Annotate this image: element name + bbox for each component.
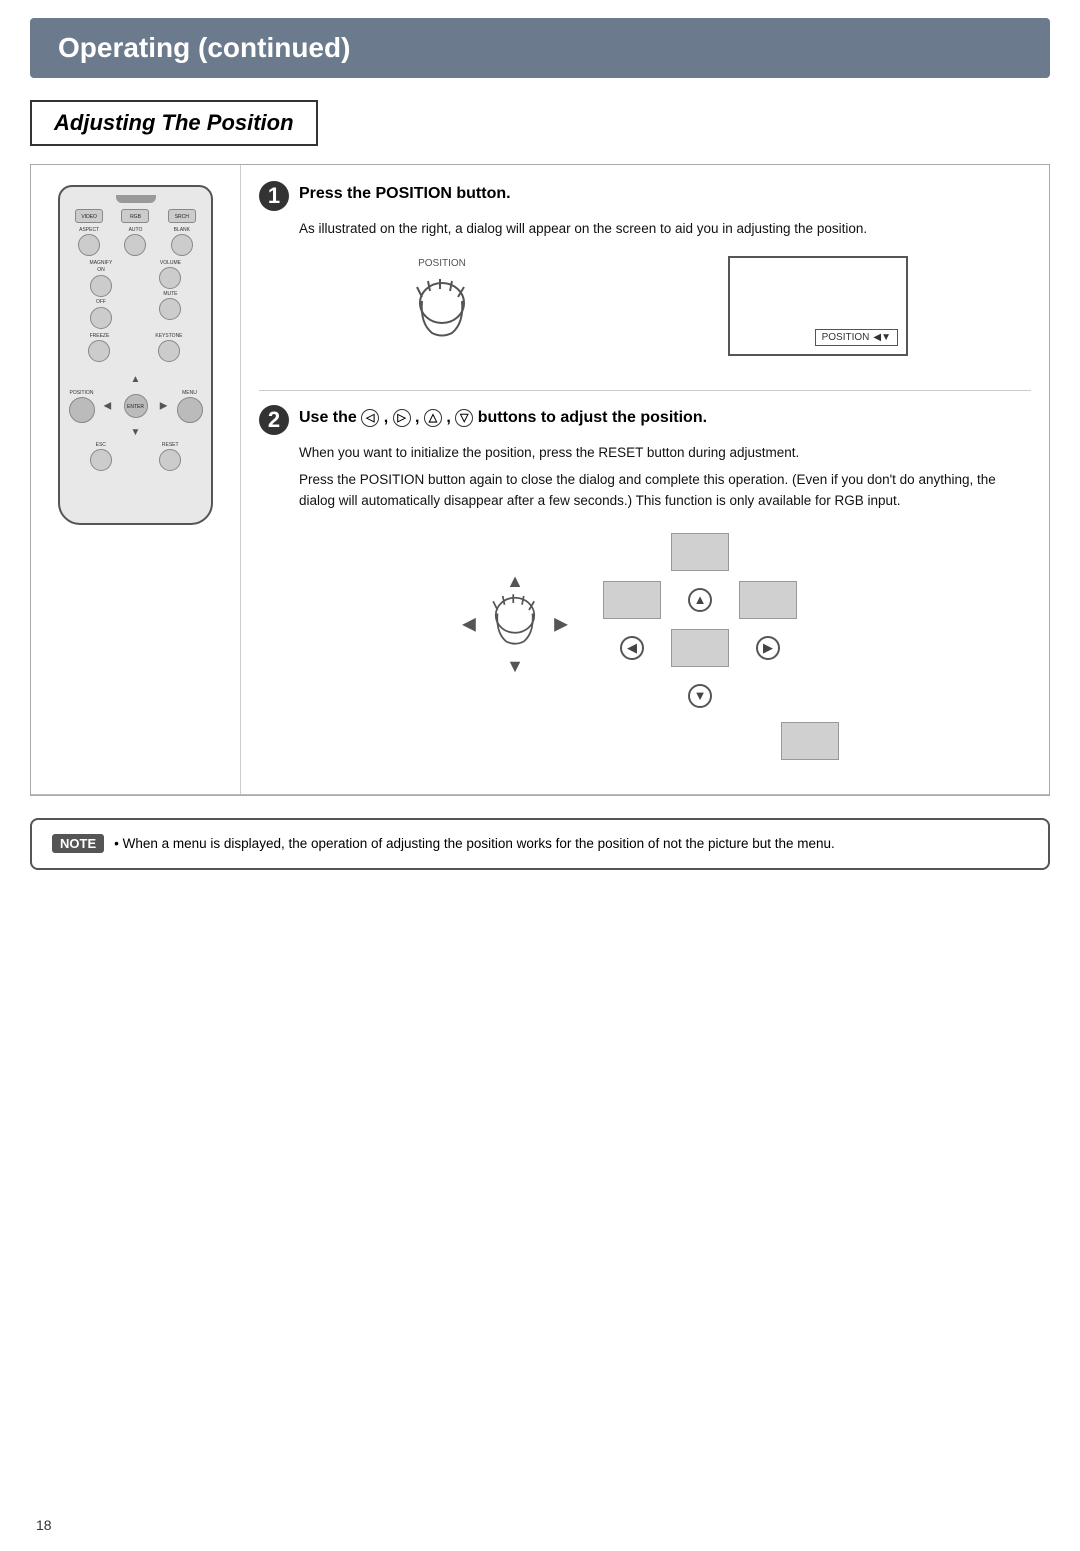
step-2-number: 2 [259,405,289,435]
remote-btn-freeze [88,340,110,362]
position-button-illustration: POSITION [402,258,482,353]
section-title: Adjusting The Position [54,110,294,135]
arrow-right-circle: ▷ [393,409,411,427]
arrow-left-circle: ◁ [361,409,379,427]
hand-svg-2 [480,589,550,659]
steps-right: 1 Press the POSITION button. As illustra… [241,165,1049,794]
remote-btn-auto [124,234,146,256]
remote-btn-esc [90,449,112,471]
main-content: VIDEO RGB SRCH ASPECT AUTO BLANK [30,164,1050,796]
remote-btn-magnify-off [90,307,112,329]
pos-bottom-box [781,722,839,760]
step-1-number: 1 [259,181,289,211]
note-body: When a menu is displayed, the operation … [123,836,835,851]
remote-btn-search: SRCH [168,209,196,223]
step2-hand-arrows: ▲ ▼ ◀ ▶ [460,569,570,679]
note-label: NOTE [52,834,104,853]
step-2-body: When you want to initialize the position… [299,443,1031,512]
page-header-banner: Operating (continued) [30,18,1050,78]
step-1-description: As illustrated on the right, a dialog wi… [299,221,867,236]
arrow-right-icon: ▶ [554,613,568,634]
hand-press-svg [402,273,482,353]
position-cross-grid: ▲ ◀ ▶ ▼ [600,530,800,718]
arrow-left-icon: ◀ [462,613,476,634]
arrow-down-icon: ▼ [506,656,524,677]
pos-left-arrow-circle: ◀ [620,636,644,660]
step-1-header: 1 Press the POSITION button. [259,181,1031,211]
remote-btn-reset [159,449,181,471]
arrow-up-circle: △ [424,409,442,427]
step-divider [259,390,1031,391]
step-2-title-part1: Use the [299,409,361,426]
pos-right-arrow-circle: ▶ [756,636,780,660]
remote-control-image: VIDEO RGB SRCH ASPECT AUTO BLANK [58,185,213,525]
step-2-header: 2 Use the ◁ , ▷ , △ , ▽ buttons to adjus… [259,405,1031,435]
remote-row-1: VIDEO RGB SRCH [66,209,205,223]
note-box: NOTE • When a menu is displayed, the ope… [30,818,1050,870]
pos-center-box [671,629,729,667]
remote-btn-mute [159,298,181,320]
remote-btn-menu [177,397,203,423]
step-2-title-part2: buttons to adjust the position. [478,409,707,426]
remote-row-esc: ESC RESET [66,442,205,471]
step-1-body: As illustrated on the right, a dialog wi… [299,219,1031,240]
remote-btn-keystone [158,340,180,362]
position-dialog-box: POSITION ◀▼ [728,256,908,356]
remote-control-side: VIDEO RGB SRCH ASPECT AUTO BLANK [31,165,241,794]
pos-down-arrow-circle: ▼ [688,684,712,708]
step-2-desc2: Press the POSITION button again to close… [299,470,1031,512]
pos-right-box [739,581,797,619]
remote-dpad: ▲ ▼ ◀ ▶ ENTER [100,370,172,442]
remote-row-3: MAGNIFY ON OFF VOLUME MUTE [66,260,205,329]
remote-btn-magnify-on [90,275,112,297]
note-text: • When a menu is displayed, the operatio… [114,834,835,854]
remote-btn-aspect [78,234,100,256]
pos-up-arrow-circle: ▲ [688,588,712,612]
remote-btn-volume-up [159,267,181,289]
step-2-block: 2 Use the ◁ , ▷ , △ , ▽ buttons to adjus… [259,405,1031,760]
remote-row-2: ASPECT AUTO BLANK [66,227,205,256]
remote-row-4: FREEZE KEYSTONE [66,333,205,362]
remote-notch [116,195,156,203]
page-number: 18 [36,1517,52,1533]
section-title-box: Adjusting The Position [30,100,318,146]
steps-area: VIDEO RGB SRCH ASPECT AUTO BLANK [31,165,1049,795]
position-dialog-label: POSITION ◀▼ [815,329,898,346]
step-2-diagram: ▲ ▼ ◀ ▶ [259,530,1031,718]
step-2-desc1: When you want to initialize the position… [299,443,1031,464]
remote-btn-video: VIDEO [75,209,103,223]
pos-bottom-row [259,722,1031,760]
remote-btn-position [69,397,95,423]
step-1-diagram: POSITION [279,256,1031,356]
position-label: POSITION [418,258,466,269]
step-2-title: Use the ◁ , ▷ , △ , ▽ buttons to adjust … [299,405,707,427]
pos-top-box [671,533,729,571]
pos-left-box [603,581,661,619]
arrow-down-circle: ▽ [455,409,473,427]
remote-btn-blank [171,234,193,256]
position-dialog-arrow-icon: ◀▼ [873,332,891,343]
note-bullet: • [114,836,119,851]
header-title: Operating (continued) [58,32,350,63]
step-1-block: 1 Press the POSITION button. As illustra… [259,181,1031,362]
step-1-title: Press the POSITION button. [299,181,511,203]
remote-btn-rgb: RGB [121,209,149,223]
